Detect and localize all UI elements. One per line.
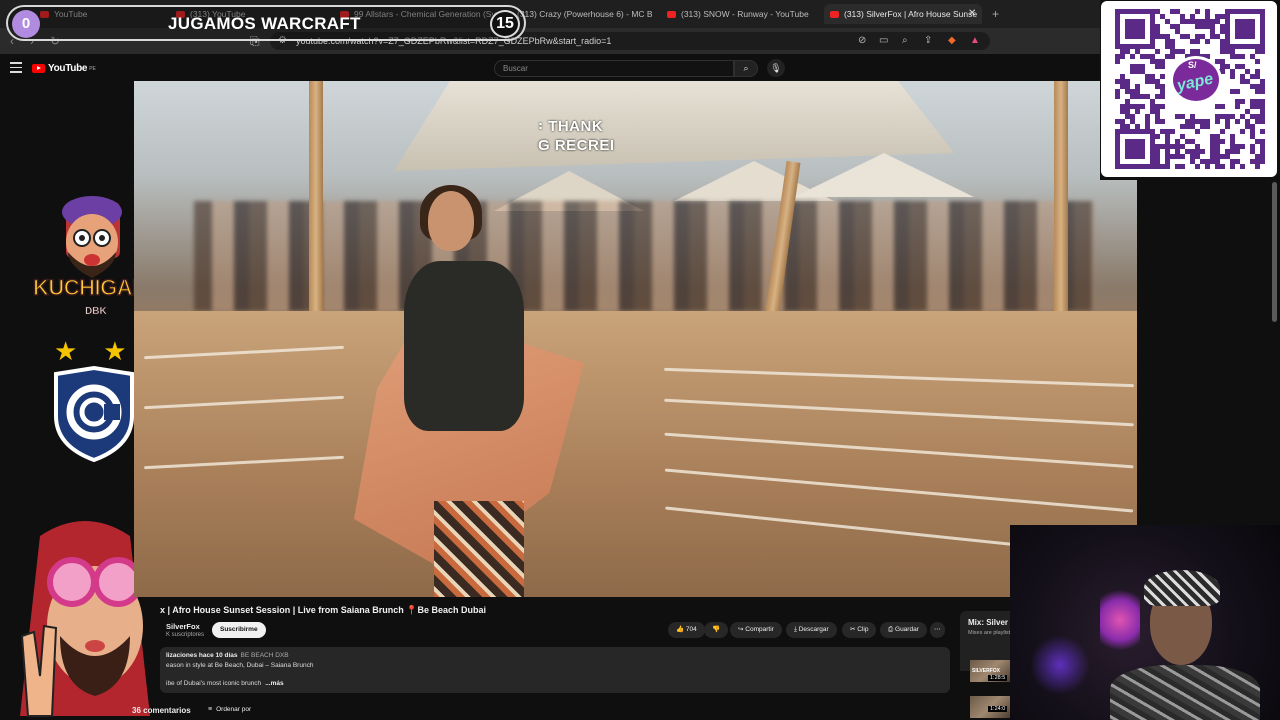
new-tab-icon[interactable]: + bbox=[992, 7, 999, 21]
thumbs-up-icon: 👍 bbox=[676, 626, 685, 633]
share-button[interactable]: ↪ Compartir bbox=[730, 622, 782, 638]
channel-subscribers: K suscriptores bbox=[166, 632, 205, 638]
scissors-icon: ✂ bbox=[850, 626, 856, 633]
download-icon: ⤓ bbox=[794, 626, 797, 633]
tab-snow[interactable]: (313) SNOW - Runway - YouTube bbox=[667, 4, 817, 24]
hamburger-menu-icon[interactable] bbox=[10, 62, 22, 76]
sort-comments-button[interactable]: ≡ Ordenar por bbox=[208, 706, 251, 713]
tab-silverfox-active[interactable]: (313) SilverFox | Afro House Sunse bbox=[824, 4, 982, 24]
video-caption: ꞉ THANK G RECREI bbox=[538, 117, 615, 155]
share-icon: ↪ bbox=[738, 626, 744, 633]
search-button[interactable]: ⌕ bbox=[734, 60, 758, 77]
youtube-favicon-icon bbox=[830, 10, 839, 18]
brave-shield-icon[interactable]: ◆ bbox=[948, 35, 956, 46]
close-tab-icon[interactable]: ✕ bbox=[968, 8, 976, 19]
video-caption-line: ꞉ THANK bbox=[538, 118, 604, 135]
description-more-link[interactable]: ...más bbox=[265, 680, 283, 687]
page-scrollbar[interactable] bbox=[1272, 182, 1277, 322]
search-input[interactable]: Buscar bbox=[494, 60, 734, 77]
microphone-icon: 🎙 bbox=[770, 63, 782, 73]
right-counter: 15 bbox=[490, 10, 520, 38]
yape-currency: S/ bbox=[1188, 60, 1197, 70]
channel-name[interactable]: SilverFox bbox=[166, 622, 200, 631]
video-player[interactable]: ꞉ THANK G RECREI bbox=[134, 81, 1137, 597]
dislike-button[interactable]: 👎 bbox=[704, 622, 729, 638]
club-crest-icon bbox=[54, 366, 134, 462]
mix-title[interactable]: Mix: Silver bbox=[968, 618, 1008, 627]
left-counter: 0 bbox=[12, 10, 40, 38]
streamer-webcam bbox=[1010, 525, 1280, 720]
stream-counter-overlay: 0 JUGAMOS WARCRAFT 15 bbox=[6, 5, 526, 41]
overlay-title: JUGAMOS WARCRAFT bbox=[168, 14, 361, 33]
youtube-play-icon bbox=[32, 64, 45, 73]
download-button[interactable]: ⤓ Descargar bbox=[786, 622, 837, 638]
more-actions-button[interactable]: ⋯ bbox=[930, 622, 945, 638]
youtube-logo[interactable]: YouTube PE bbox=[32, 63, 96, 74]
description-line: ibe of Dubai's most iconic brunch ...más bbox=[166, 680, 284, 687]
video-frame-dancer bbox=[354, 185, 584, 597]
mix-thumbnail-label: SILVERFOX bbox=[972, 668, 1000, 674]
mix-duration: 1:24:0 bbox=[988, 706, 1008, 712]
youtube-header: YouTube PE Buscar ⌕ 🎙 bbox=[0, 54, 1100, 82]
video-title: x | Afro House Sunset Session | Live fro… bbox=[160, 605, 486, 615]
kuchigang-subtitle: DBK bbox=[85, 306, 107, 318]
video-frame-umbrella bbox=[794, 153, 974, 197]
share-page-icon[interactable]: ⇪ bbox=[924, 35, 932, 46]
subscribe-button[interactable]: Suscribirme bbox=[212, 622, 266, 638]
video-frame-pole bbox=[309, 81, 323, 341]
like-button[interactable]: 👍 704 bbox=[668, 622, 705, 638]
zoom-icon[interactable]: ⌕ bbox=[902, 35, 908, 46]
description-meta: lizaciones hace 10 días BE BEACH DXB bbox=[166, 652, 289, 659]
search-icon: ⌕ bbox=[743, 63, 749, 73]
video-caption-line: G RECREI bbox=[538, 137, 615, 154]
video-frame-canopy bbox=[394, 81, 954, 171]
voice-search-button[interactable]: 🎙 bbox=[767, 59, 785, 77]
mix-subtitle: Mixes are playlists bbox=[968, 630, 1013, 636]
comments-count: 36 comentarios bbox=[132, 706, 191, 715]
rewards-icon[interactable]: ▲ bbox=[970, 35, 980, 46]
video-frame-pole bbox=[1054, 81, 1068, 341]
thumbs-down-icon: 👎 bbox=[712, 626, 721, 633]
sort-icon: ≡ bbox=[208, 706, 213, 713]
clip-button[interactable]: ✂ Clip bbox=[842, 622, 877, 638]
save-button[interactable]: ⎙ Guardar bbox=[880, 622, 927, 638]
video-frame-crowd bbox=[194, 201, 1094, 311]
hide-icon[interactable]: ⊘ bbox=[858, 35, 866, 46]
youtube-favicon-icon bbox=[667, 10, 676, 18]
description-line: eason in style at Be Beach, Dubai – Saia… bbox=[166, 662, 314, 669]
video-frame-wall bbox=[134, 311, 1137, 597]
bookmark-save-icon: ⎙ bbox=[888, 626, 894, 633]
cast-icon[interactable]: ▭ bbox=[879, 35, 888, 46]
mix-duration: 1:28:5 bbox=[988, 675, 1008, 681]
